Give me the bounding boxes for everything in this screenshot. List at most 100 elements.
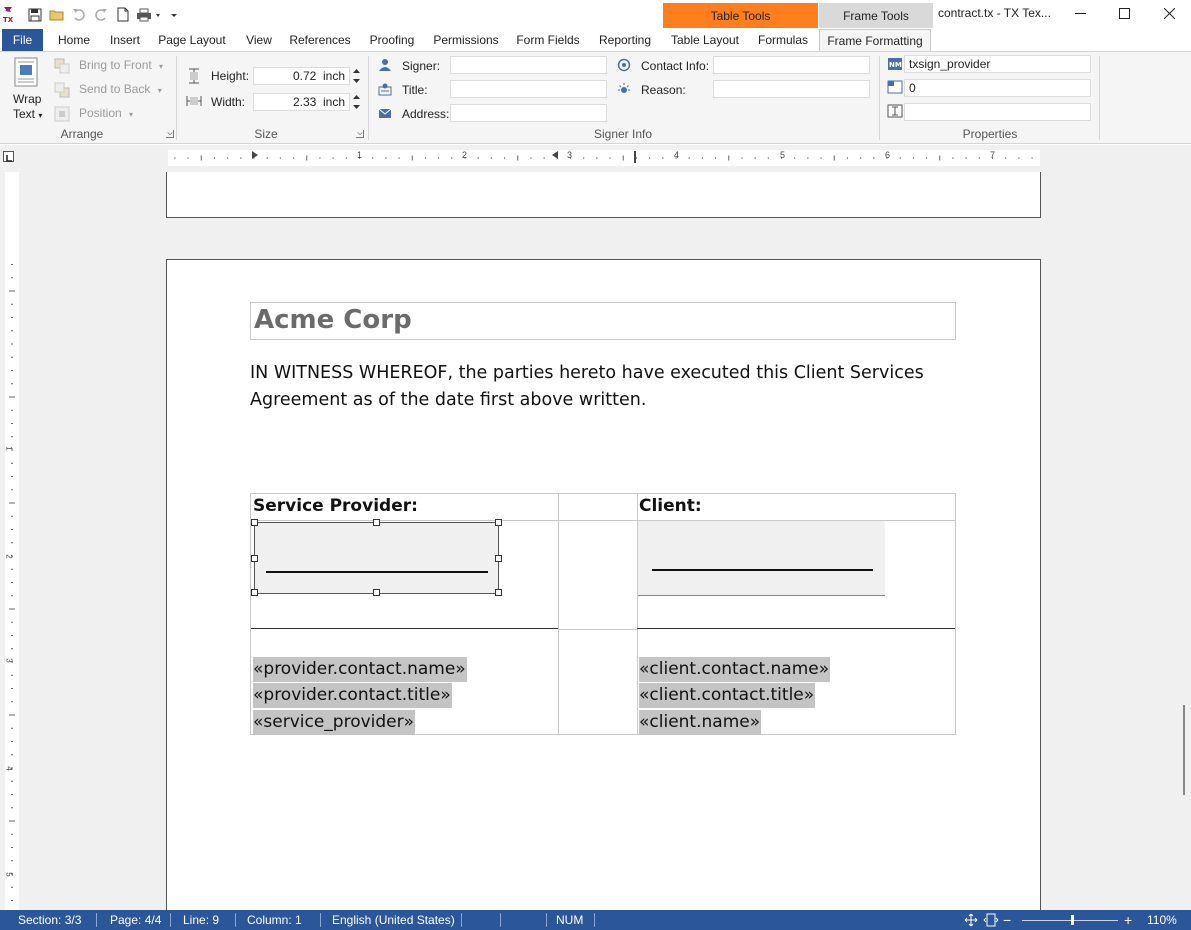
resize-handle[interactable] (251, 555, 258, 562)
width-spinner[interactable] (352, 92, 361, 112)
wrap-text-label2[interactable]: Text ▾ (13, 107, 42, 121)
save-icon[interactable] (24, 4, 46, 26)
company-heading[interactable]: Acme Corp (250, 302, 956, 340)
zoom-in-button[interactable]: + (1124, 910, 1132, 930)
svg-text:TX: TX (3, 16, 14, 24)
tab-stop-selector[interactable] (3, 151, 14, 162)
tab-proofing[interactable]: Proofing (364, 29, 420, 51)
status-bar: Section: 3/3 Page: 4/4 Line: 9 Column: 1… (0, 910, 1191, 930)
client-contact-title-field[interactable]: «client.contact.title» (639, 683, 816, 708)
properties-group-label: Properties (962, 127, 1018, 141)
context-tab-frame-tools[interactable]: Frame Tools (819, 3, 933, 28)
arrange-group-label: Arrange (60, 127, 104, 141)
tab-home[interactable]: Home (52, 29, 96, 51)
scrollbar-thumb[interactable] (1183, 705, 1185, 795)
height-input[interactable]: 0.72 inch (253, 67, 350, 85)
tab-table-layout[interactable]: Table Layout (666, 29, 744, 51)
context-tab-table-tools[interactable]: Table Tools (663, 3, 818, 28)
height-label: Height: (211, 69, 250, 83)
vertical-scrollbar[interactable] (1179, 172, 1191, 910)
reason-input[interactable] (713, 80, 870, 98)
tab-permissions[interactable]: Permissions (430, 29, 502, 51)
maximize-icon[interactable] (1101, 0, 1147, 26)
app-icon: TX (2, 5, 18, 24)
status-page: Page: 4/4 (110, 913, 162, 927)
previous-page (166, 172, 1041, 218)
new-document-icon[interactable] (112, 4, 134, 26)
tab-form-fields[interactable]: Form Fields (512, 29, 584, 51)
status-separator (320, 913, 321, 927)
bring-to-front-button[interactable]: Bring to Front ▾ (79, 58, 163, 72)
minimize-icon[interactable] (1057, 0, 1103, 26)
fit-width-icon[interactable] (983, 910, 999, 930)
ruler-number: 4 (4, 766, 14, 771)
resize-handle[interactable] (373, 519, 380, 526)
name-property-icon: NM (887, 57, 903, 71)
tab-view[interactable]: View (240, 29, 278, 51)
status-language[interactable]: English (United States) (332, 910, 455, 930)
service-provider-field[interactable]: «service_provider» (253, 710, 416, 735)
vertical-ruler[interactable]: 1 2 3 4 5 (0, 172, 24, 910)
signer-input[interactable] (450, 56, 607, 74)
resize-handle[interactable] (251, 519, 258, 526)
address-input[interactable] (450, 104, 607, 122)
tab-reporting[interactable]: Reporting (594, 29, 656, 51)
provider-contact-name-field[interactable]: «provider.contact.name» (253, 657, 467, 682)
open-folder-icon[interactable] (46, 4, 68, 26)
address-label: Address: (402, 107, 450, 121)
wrap-text-icon[interactable] (14, 57, 40, 87)
tab-references[interactable]: References (287, 29, 353, 51)
arrange-dialog-launcher[interactable] (166, 130, 174, 138)
send-to-back-button[interactable]: Send to Back ▾ (79, 82, 162, 96)
contact-info-input[interactable] (713, 56, 870, 74)
status-line: Line: 9 (183, 913, 220, 927)
ruler-number: 3 (4, 658, 14, 663)
resize-handle[interactable] (495, 555, 502, 562)
name-property-input[interactable]: txsign_provider (904, 55, 1091, 73)
status-separator (96, 913, 97, 927)
fit-page-icon[interactable] (964, 910, 978, 930)
close-icon[interactable] (1146, 0, 1191, 26)
resize-handle[interactable] (495, 519, 502, 526)
tab-page-layout[interactable]: Page Layout (155, 29, 229, 51)
tab-insert[interactable]: Insert (104, 29, 146, 51)
print-icon[interactable] (134, 4, 168, 26)
document-area[interactable]: Acme Corp IN WITNESS WHEREOF, the partie… (24, 172, 1179, 910)
horizontal-ruler[interactable]: 1 2 3 4 5 6 7 (168, 150, 1040, 166)
address-icon (378, 106, 392, 120)
client-signature-frame[interactable] (638, 521, 885, 596)
tab-file[interactable]: File (2, 29, 43, 51)
height-spinner[interactable] (352, 66, 361, 86)
svg-text:NM: NM (889, 61, 902, 69)
text-property-input[interactable] (904, 103, 1091, 121)
resize-handle[interactable] (495, 589, 502, 596)
size-dialog-launcher[interactable] (356, 130, 364, 138)
tab-frame-formatting[interactable]: Frame Formatting (819, 29, 931, 52)
resize-handle[interactable] (251, 589, 258, 596)
client-header: Client: (639, 496, 702, 516)
zoom-level[interactable]: 110% (1147, 910, 1177, 930)
customize-qat-icon[interactable] (168, 4, 180, 26)
id-property-input[interactable]: 0 (904, 79, 1091, 97)
client-name-field[interactable]: «client.name» (639, 710, 762, 735)
ruler-number: 5 (780, 150, 786, 160)
witness-paragraph[interactable]: IN WITNESS WHEREOF, the parties hereto h… (250, 360, 962, 414)
ribbon: Wrap Text ▾ Bring to Front ▾ Send to Bac… (0, 51, 1191, 144)
provider-contact-title-field[interactable]: «provider.contact.title» (253, 683, 452, 708)
contact-info-icon (617, 58, 631, 72)
width-input[interactable]: 2.33 inch (253, 93, 350, 111)
resize-handle[interactable] (373, 589, 380, 596)
status-num-lock: NUM (556, 913, 584, 927)
zoom-slider-thumb[interactable] (1070, 915, 1074, 925)
signature-table[interactable]: Service Provider: Client: «provider.cont… (250, 493, 956, 735)
redo-icon[interactable] (90, 4, 112, 26)
provider-signature-frame[interactable] (251, 519, 502, 596)
position-button[interactable]: Position ▾ (79, 106, 133, 120)
current-page[interactable]: Acme Corp IN WITNESS WHEREOF, the partie… (166, 259, 1041, 910)
undo-icon[interactable] (68, 4, 90, 26)
zoom-out-button[interactable]: − (1003, 910, 1011, 930)
title-input[interactable] (450, 80, 607, 98)
wrap-text-label[interactable]: Wrap (13, 92, 41, 106)
tab-formulas[interactable]: Formulas (753, 29, 813, 51)
client-contact-name-field[interactable]: «client.contact.name» (639, 657, 831, 682)
